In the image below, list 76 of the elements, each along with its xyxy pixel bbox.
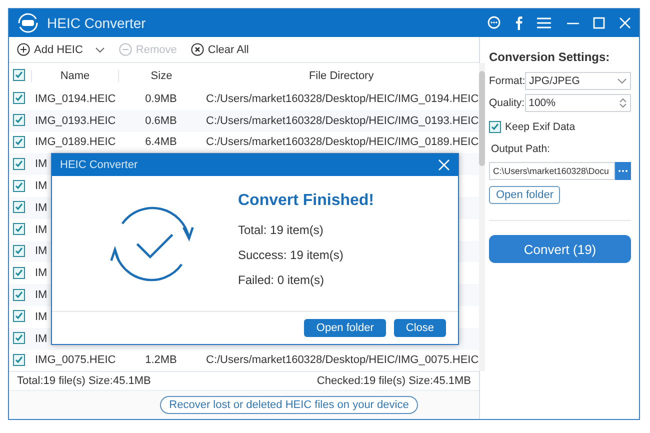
result-line: Total: 19 item(s): [238, 223, 324, 237]
table-cell: C:/Users/market160328/Desktop/HEIC/IMG_0193.HEIC: [206, 114, 479, 127]
table-cell: IM: [35, 202, 48, 214]
table-cell: 0.6MB: [145, 114, 177, 127]
quality-label: Quality:: [489, 97, 525, 109]
column-header[interactable]: File Directory: [204, 70, 479, 82]
total-status: Total:19 file(s) Size:45.1MB: [17, 375, 151, 388]
convert-button[interactable]: Convert (19): [489, 235, 631, 263]
table-cell: C:/Users/market160328/Desktop/HEIC/IMG_0189.HEIC: [206, 136, 479, 148]
output-path-field[interactable]: C:\Users\market160328\Docu: [489, 162, 615, 180]
checkbox[interactable]: [13, 244, 25, 257]
checkbox[interactable]: [13, 354, 25, 366]
maximize-icon[interactable]: [593, 17, 605, 29]
checkbox[interactable]: [13, 310, 25, 322]
table-cell: 0.9MB: [145, 92, 177, 105]
table-cell: C:/Users/market160328/Desktop/HEIC/IMG_0075.HEIC: [206, 354, 479, 366]
column-header[interactable]: Name: [31, 70, 118, 82]
window-title: HEIC Converter: [47, 15, 146, 31]
column-header[interactable]: Size: [118, 70, 204, 82]
output-path-label: Output Path:: [491, 143, 550, 155]
table-cell: IMG_0194.HEIC: [35, 92, 116, 105]
table-cell: C:/Users/market160328/Desktop/HEIC/IMG_0194.HEIC: [206, 92, 479, 105]
keep-exif-label: Keep Exif Data: [505, 121, 576, 133]
table-cell: IMG_0193.HEIC: [35, 114, 116, 127]
checkbox[interactable]: [13, 201, 25, 214]
checkbox[interactable]: [13, 69, 25, 81]
facebook-icon[interactable]: [515, 16, 523, 30]
checkbox[interactable]: [13, 136, 25, 148]
menu-icon[interactable]: [537, 17, 551, 29]
checkbox[interactable]: [13, 158, 25, 170]
table-cell: IM: [35, 158, 48, 170]
browse-icon[interactable]: [615, 162, 631, 180]
table-cell: IMG_0075.HEIC: [35, 354, 116, 366]
spinner-arrows-icon: [619, 97, 627, 109]
minus-icon: [118, 43, 132, 56]
dialog-button[interactable]: Close: [394, 319, 446, 337]
close-icon[interactable]: [438, 159, 450, 171]
result-line: Success: 19 item(s): [238, 248, 344, 262]
table-cell: 1.2MB: [145, 354, 177, 366]
checkbox[interactable]: [13, 332, 25, 344]
table-cell: IM: [35, 224, 48, 236]
table-cell: IM: [35, 267, 48, 280]
open-folder-button[interactable]: Open folder: [489, 186, 560, 204]
checkbox[interactable]: [13, 180, 25, 192]
table-cell: 6.4MB: [145, 136, 177, 148]
toolbar-button[interactable]: Add HEIC: [17, 43, 105, 56]
caret-icon: [94, 46, 105, 52]
quality-spinner[interactable]: 100%: [524, 94, 631, 112]
table-cell: IM: [35, 310, 48, 323]
dialog-heading: Convert Finished!: [238, 192, 374, 210]
dialog-title: HEIC Converter: [60, 159, 138, 171]
table-cell: IM: [35, 245, 48, 258]
chat-icon[interactable]: [487, 16, 501, 30]
checkbox[interactable]: [13, 288, 25, 301]
format-label: Format:: [489, 75, 526, 87]
settings-title: Conversion Settings:: [489, 50, 611, 64]
result-line: Failed: 0 item(s): [238, 273, 326, 287]
recover-link-button[interactable]: Recover lost or deleted HEIC files on your device: [160, 396, 418, 414]
add-icon: [17, 43, 30, 56]
app-logo-icon: [17, 12, 39, 34]
close-icon: [190, 43, 204, 56]
table-cell: IM: [35, 332, 48, 345]
table-cell: IMG_0189.HEIC: [35, 136, 116, 148]
checkbox[interactable]: [13, 223, 25, 236]
toolbar-button[interactable]: Clear All: [190, 43, 249, 56]
checked-status: Checked:19 file(s) Size:45.1MB: [316, 375, 471, 388]
close-icon[interactable]: [619, 17, 631, 29]
dialog-button[interactable]: Open folder: [304, 319, 386, 337]
checkbox[interactable]: [489, 121, 501, 133]
table-cell: IM: [35, 289, 48, 302]
checkbox[interactable]: [13, 114, 25, 126]
checkbox[interactable]: [13, 92, 25, 104]
checkbox[interactable]: [13, 266, 25, 279]
table-cell: IM: [35, 180, 48, 192]
format-dropdown[interactable]: JPG/JPEG: [525, 72, 631, 90]
chevron-down-icon: [617, 78, 627, 84]
